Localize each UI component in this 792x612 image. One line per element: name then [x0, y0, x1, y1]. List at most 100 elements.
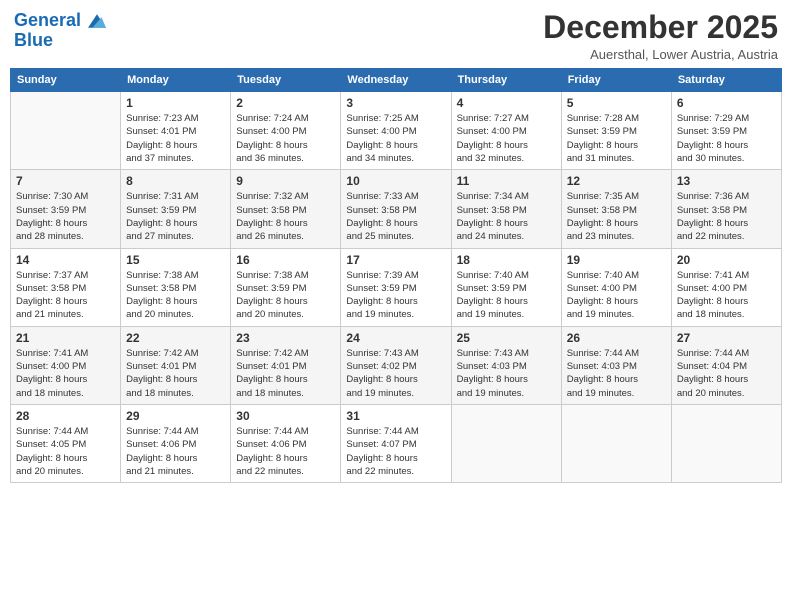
day-info: Sunrise: 7:39 AM Sunset: 3:59 PM Dayligh…: [346, 269, 445, 322]
day-info: Sunrise: 7:36 AM Sunset: 3:58 PM Dayligh…: [677, 190, 776, 243]
calendar-day-cell: 9 Sunrise: 7:32 AM Sunset: 3:58 PM Daylig…: [231, 170, 341, 248]
day-info: Sunrise: 7:37 AM Sunset: 3:58 PM Dayligh…: [16, 269, 115, 322]
calendar-day-cell: 5 Sunrise: 7:28 AM Sunset: 3:59 PM Daylig…: [561, 92, 671, 170]
logo-text: General: [14, 10, 106, 32]
day-number: 1: [126, 96, 225, 110]
calendar-day-cell: 22Sunrise: 7:42 AM Sunset: 4:01 PM Dayli…: [121, 326, 231, 404]
calendar-day-cell: 13 Sunrise: 7:36 AM Sunset: 3:58 PM Dayli…: [671, 170, 781, 248]
calendar-day-cell: 4 Sunrise: 7:27 AM Sunset: 4:00 PM Daylig…: [451, 92, 561, 170]
calendar-day-cell: 27 Sunrise: 7:44 AM Sunset: 4:04 PM Dayli…: [671, 326, 781, 404]
day-number: 25: [457, 331, 556, 345]
calendar-day-cell: 20 Sunrise: 7:41 AM Sunset: 4:00 PM Dayli…: [671, 248, 781, 326]
calendar-day-cell: [451, 404, 561, 482]
calendar-day-cell: 18Sunrise: 7:40 AM Sunset: 3:59 PM Dayli…: [451, 248, 561, 326]
day-info: Sunrise: 7:44 AM Sunset: 4:06 PM Dayligh…: [236, 425, 335, 478]
weekday-header-cell: Monday: [121, 69, 231, 92]
calendar-day-cell: 29 Sunrise: 7:44 AM Sunset: 4:06 PM Dayli…: [121, 404, 231, 482]
day-info: Sunrise: 7:33 AM Sunset: 3:58 PM Dayligh…: [346, 190, 445, 243]
calendar-week-row: 14 Sunrise: 7:37 AM Sunset: 3:58 PM Dayli…: [11, 248, 782, 326]
calendar-day-cell: 31 Sunrise: 7:44 AM Sunset: 4:07 PM Dayli…: [341, 404, 451, 482]
day-number: 20: [677, 253, 776, 267]
calendar-day-cell: 14 Sunrise: 7:37 AM Sunset: 3:58 PM Dayli…: [11, 248, 121, 326]
day-number: 21: [16, 331, 115, 345]
day-info: Sunrise: 7:32 AM Sunset: 3:58 PM Dayligh…: [236, 190, 335, 243]
month-title: December 2025: [543, 10, 778, 45]
calendar-day-cell: 28 Sunrise: 7:44 AM Sunset: 4:05 PM Dayli…: [11, 404, 121, 482]
day-number: 31: [346, 409, 445, 423]
day-info: Sunrise: 7:30 AM Sunset: 3:59 PM Dayligh…: [16, 190, 115, 243]
day-number: 11: [457, 174, 556, 188]
day-number: 4: [457, 96, 556, 110]
day-number: 23: [236, 331, 335, 345]
calendar-day-cell: 16 Sunrise: 7:38 AM Sunset: 3:59 PM Dayli…: [231, 248, 341, 326]
day-info: Sunrise: 7:34 AM Sunset: 3:58 PM Dayligh…: [457, 190, 556, 243]
weekday-header-cell: Wednesday: [341, 69, 451, 92]
day-number: 28: [16, 409, 115, 423]
day-info: Sunrise: 7:24 AM Sunset: 4:00 PM Dayligh…: [236, 112, 335, 165]
calendar-day-cell: 10 Sunrise: 7:33 AM Sunset: 3:58 PM Dayli…: [341, 170, 451, 248]
weekday-header-cell: Friday: [561, 69, 671, 92]
weekday-header-cell: Tuesday: [231, 69, 341, 92]
day-info: Sunrise: 7:42 AM Sunset: 4:01 PM Dayligh…: [236, 347, 335, 400]
calendar-day-cell: [671, 404, 781, 482]
calendar-day-cell: 3Sunrise: 7:25 AM Sunset: 4:00 PM Daylig…: [341, 92, 451, 170]
day-number: 7: [16, 174, 115, 188]
day-number: 5: [567, 96, 666, 110]
day-number: 16: [236, 253, 335, 267]
day-info: Sunrise: 7:44 AM Sunset: 4:05 PM Dayligh…: [16, 425, 115, 478]
calendar-day-cell: 6 Sunrise: 7:29 AM Sunset: 3:59 PM Daylig…: [671, 92, 781, 170]
calendar-day-cell: 7 Sunrise: 7:30 AM Sunset: 3:59 PM Daylig…: [11, 170, 121, 248]
weekday-header-row: SundayMondayTuesdayWednesdayThursdayFrid…: [11, 69, 782, 92]
calendar-week-row: 7 Sunrise: 7:30 AM Sunset: 3:59 PM Daylig…: [11, 170, 782, 248]
day-number: 22: [126, 331, 225, 345]
day-number: 19: [567, 253, 666, 267]
calendar-day-cell: 23 Sunrise: 7:42 AM Sunset: 4:01 PM Dayli…: [231, 326, 341, 404]
calendar-day-cell: 15 Sunrise: 7:38 AM Sunset: 3:58 PM Dayli…: [121, 248, 231, 326]
day-info: Sunrise: 7:29 AM Sunset: 3:59 PM Dayligh…: [677, 112, 776, 165]
calendar-day-cell: 2 Sunrise: 7:24 AM Sunset: 4:00 PM Daylig…: [231, 92, 341, 170]
calendar-week-row: 1 Sunrise: 7:23 AM Sunset: 4:01 PM Daylig…: [11, 92, 782, 170]
day-number: 29: [126, 409, 225, 423]
day-info: Sunrise: 7:44 AM Sunset: 4:04 PM Dayligh…: [677, 347, 776, 400]
logo-icon: [88, 14, 106, 28]
day-info: Sunrise: 7:41 AM Sunset: 4:00 PM Dayligh…: [677, 269, 776, 322]
day-info: Sunrise: 7:44 AM Sunset: 4:03 PM Dayligh…: [567, 347, 666, 400]
calendar-day-cell: 8Sunrise: 7:31 AM Sunset: 3:59 PM Daylig…: [121, 170, 231, 248]
day-number: 6: [677, 96, 776, 110]
day-info: Sunrise: 7:38 AM Sunset: 3:59 PM Dayligh…: [236, 269, 335, 322]
calendar-day-cell: 1 Sunrise: 7:23 AM Sunset: 4:01 PM Daylig…: [121, 92, 231, 170]
day-number: 18: [457, 253, 556, 267]
day-info: Sunrise: 7:44 AM Sunset: 4:07 PM Dayligh…: [346, 425, 445, 478]
page-header: General Blue December 2025 Auersthal, Lo…: [10, 10, 782, 62]
day-info: Sunrise: 7:43 AM Sunset: 4:03 PM Dayligh…: [457, 347, 556, 400]
day-number: 10: [346, 174, 445, 188]
day-info: Sunrise: 7:43 AM Sunset: 4:02 PM Dayligh…: [346, 347, 445, 400]
weekday-header-cell: Saturday: [671, 69, 781, 92]
calendar-day-cell: 17Sunrise: 7:39 AM Sunset: 3:59 PM Dayli…: [341, 248, 451, 326]
day-number: 27: [677, 331, 776, 345]
day-info: Sunrise: 7:44 AM Sunset: 4:06 PM Dayligh…: [126, 425, 225, 478]
title-block: December 2025 Auersthal, Lower Austria, …: [543, 10, 778, 62]
day-info: Sunrise: 7:25 AM Sunset: 4:00 PM Dayligh…: [346, 112, 445, 165]
calendar-day-cell: 11 Sunrise: 7:34 AM Sunset: 3:58 PM Dayli…: [451, 170, 561, 248]
calendar-week-row: 21Sunrise: 7:41 AM Sunset: 4:00 PM Dayli…: [11, 326, 782, 404]
day-number: 13: [677, 174, 776, 188]
day-info: Sunrise: 7:35 AM Sunset: 3:58 PM Dayligh…: [567, 190, 666, 243]
calendar-day-cell: 25 Sunrise: 7:43 AM Sunset: 4:03 PM Dayli…: [451, 326, 561, 404]
weekday-header-cell: Sunday: [11, 69, 121, 92]
day-info: Sunrise: 7:31 AM Sunset: 3:59 PM Dayligh…: [126, 190, 225, 243]
day-number: 26: [567, 331, 666, 345]
day-info: Sunrise: 7:27 AM Sunset: 4:00 PM Dayligh…: [457, 112, 556, 165]
day-info: Sunrise: 7:38 AM Sunset: 3:58 PM Dayligh…: [126, 269, 225, 322]
day-number: 24: [346, 331, 445, 345]
day-number: 14: [16, 253, 115, 267]
day-info: Sunrise: 7:23 AM Sunset: 4:01 PM Dayligh…: [126, 112, 225, 165]
day-number: 15: [126, 253, 225, 267]
day-number: 2: [236, 96, 335, 110]
calendar-day-cell: 26 Sunrise: 7:44 AM Sunset: 4:03 PM Dayli…: [561, 326, 671, 404]
calendar-body: 1 Sunrise: 7:23 AM Sunset: 4:01 PM Daylig…: [11, 92, 782, 483]
day-info: Sunrise: 7:28 AM Sunset: 3:59 PM Dayligh…: [567, 112, 666, 165]
calendar-day-cell: [11, 92, 121, 170]
calendar-day-cell: 21Sunrise: 7:41 AM Sunset: 4:00 PM Dayli…: [11, 326, 121, 404]
day-number: 9: [236, 174, 335, 188]
